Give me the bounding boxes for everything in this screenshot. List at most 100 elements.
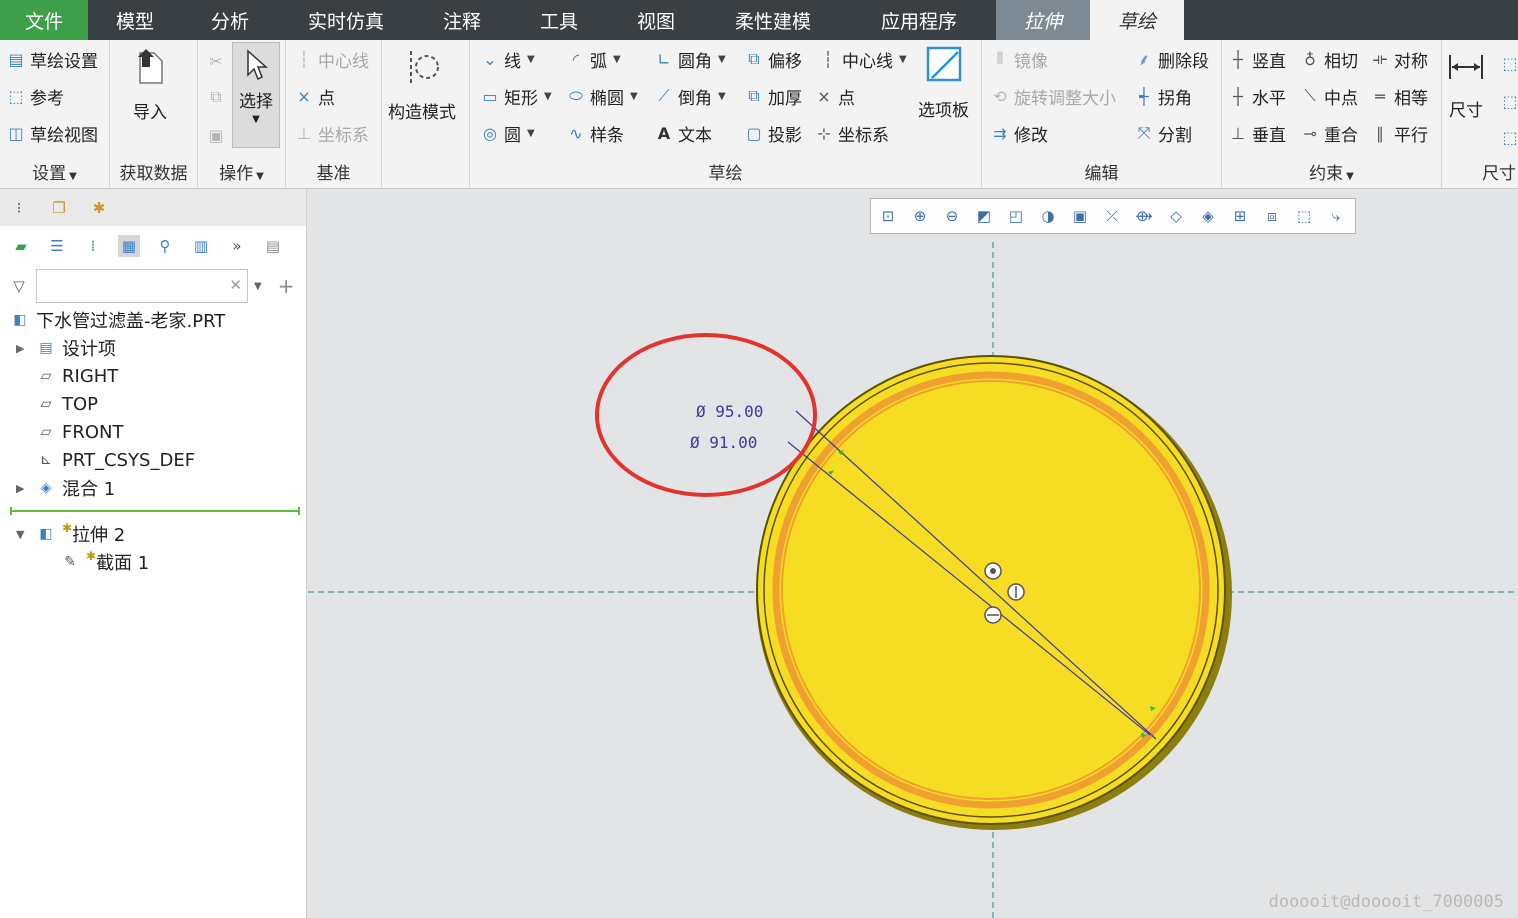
expand-icon[interactable]: ▶ xyxy=(16,342,30,355)
tab-view[interactable]: 视图 xyxy=(608,0,704,40)
dimension-95[interactable]: Ø 95.00 xyxy=(696,402,763,421)
sketch-csys-button[interactable]: ⊹ 坐标系 xyxy=(814,118,889,148)
divide-button[interactable]: ⤧ 分割 xyxy=(1134,118,1192,148)
tab-extrude[interactable]: 拉伸 xyxy=(996,0,1090,40)
coordinate-system-icon: ⊾ xyxy=(40,452,52,468)
dimension-extra-icon[interactable]: ⬚ xyxy=(1500,86,1518,116)
fillet-button[interactable]: ∟ 圆角 ▼ xyxy=(654,44,725,74)
favorites-tab-icon[interactable]: ✱ xyxy=(88,197,110,219)
add-icon[interactable]: + xyxy=(278,274,295,298)
datum-centerline-button[interactable]: ┆ 中心线 xyxy=(294,44,369,74)
mirror-icon: ⫴ xyxy=(996,49,1004,68)
rectangle-button[interactable]: ▭ 矩形 ▼ xyxy=(480,81,551,111)
group-title-operations[interactable]: 操作 ▼ xyxy=(198,159,285,184)
text-button[interactable]: A 文本 xyxy=(654,118,712,148)
offset-button[interactable]: ⧉ 偏移 xyxy=(744,44,802,74)
construction-mode-button[interactable]: 构造模式 xyxy=(388,46,456,123)
reference-dimension-icon[interactable]: ⬚ xyxy=(1500,122,1518,152)
insert-here-marker[interactable] xyxy=(10,507,300,515)
dimension-button[interactable]: 尺寸 xyxy=(1446,46,1486,121)
tab-applications[interactable]: 应用程序 xyxy=(842,0,996,40)
clear-icon[interactable]: ✕ xyxy=(229,276,242,294)
delete-segment-button[interactable]: ⸙ 删除段 xyxy=(1134,44,1209,74)
tab-tools[interactable]: 工具 xyxy=(510,0,608,40)
group-title-settings[interactable]: 设置 ▼ xyxy=(0,159,109,184)
chevron-down-icon: ▼ xyxy=(613,53,621,65)
ellipse-icon: ⬭ xyxy=(569,86,583,105)
tree-node-front[interactable]: ▱ FRONT xyxy=(36,418,124,446)
tree-options-icon[interactable]: ▤ xyxy=(262,235,284,257)
spline-button[interactable]: ∿ 样条 xyxy=(566,118,624,148)
folder-browser-tab-icon[interactable]: ❐ xyxy=(48,197,70,219)
parallel-constraint-button[interactable]: ∥ 平行 xyxy=(1370,118,1428,148)
import-icon xyxy=(130,46,170,88)
tab-analysis[interactable]: 分析 xyxy=(182,0,278,40)
tree-filter-icon[interactable]: ⚲ xyxy=(154,235,176,257)
circle-button[interactable]: ◎ 圆 ▼ xyxy=(480,118,535,148)
tab-annotate[interactable]: 注释 xyxy=(414,0,510,40)
sketch-view-button[interactable]: ◫ 草绘视图 xyxy=(6,118,98,148)
tree-node-csys[interactable]: ⊾ PRT_CSYS_DEF xyxy=(36,446,195,474)
datum-csys-button[interactable]: ⊥ 坐标系 xyxy=(294,118,369,148)
references-button[interactable]: ⬚ 参考 xyxy=(6,81,64,111)
expand-icon[interactable]: ▶ xyxy=(16,482,30,495)
cut-icon[interactable]: ✂ xyxy=(206,46,230,76)
sketch-point-button[interactable]: × 点 xyxy=(814,81,855,111)
tree-search-input[interactable]: ✕ xyxy=(36,269,248,303)
dimension-extra-icon[interactable]: ⬚ xyxy=(1500,48,1518,78)
fillet-icon: ∟ xyxy=(657,49,671,69)
coincident-constraint-button[interactable]: ⊸ 重合 xyxy=(1300,118,1358,148)
tab-flexible-modeling[interactable]: 柔性建模 xyxy=(704,0,842,40)
tree-node-extrude[interactable]: ▼ ◧ ✱ 拉伸 2 xyxy=(16,520,125,548)
tree-root[interactable]: ◧ 下水管过滤盖-老家.PRT xyxy=(10,306,225,334)
vertical-icon: ┼ xyxy=(1233,49,1243,69)
tree-node-right[interactable]: ▱ RIGHT xyxy=(36,362,119,390)
group-title-constraints[interactable]: 约束 ▼ xyxy=(1222,159,1441,184)
layer-icon[interactable]: ▰ xyxy=(10,235,32,257)
sketch-setup-button[interactable]: ▤ 草绘设置 xyxy=(6,44,98,74)
ellipse-button[interactable]: ⬭ 椭圆 ▼ xyxy=(566,81,638,111)
tree-settings-icon[interactable]: ▥ xyxy=(190,235,212,257)
dimension-91[interactable]: Ø 91.00 xyxy=(690,433,757,452)
corner-button[interactable]: ┽ 拐角 xyxy=(1134,81,1192,111)
rotate-resize-button[interactable]: ⟲ 旋转调整大小 xyxy=(990,81,1116,111)
palette-button[interactable]: 选项板 xyxy=(918,44,969,121)
tree-view-icon[interactable]: ☰ xyxy=(46,235,68,257)
horizontal-constraint-button[interactable]: ┼ 水平 xyxy=(1228,81,1286,111)
paste-icon[interactable]: ▣ xyxy=(206,120,230,150)
midpoint-constraint-button[interactable]: ⟍ 中点 xyxy=(1300,81,1358,111)
modify-button[interactable]: ⇉ 修改 xyxy=(990,118,1048,148)
line-button[interactable]: ⌄ 线 ▼ xyxy=(480,44,534,74)
sketch-centerline-button[interactable]: ┆ 中心线 ▼ xyxy=(818,44,907,74)
tab-sketch[interactable]: 草绘 xyxy=(1090,0,1184,40)
graphics-window[interactable]: ⊡ ⊕ ⊖ ◩ ◰ ◑ ▣ ⤫ ⟴ ◇ ◈ ⊞ ⧈ ⬚ ⤷ Ø 95.00 Ø … xyxy=(308,190,1518,918)
project-button[interactable]: ▢ 投影 xyxy=(744,118,802,148)
thicken-button[interactable]: ⧉ 加厚 xyxy=(744,81,802,111)
group-construction: 构造模式 xyxy=(382,40,470,189)
tab-file[interactable]: 文件 xyxy=(0,0,88,40)
tree-columns-icon[interactable]: ⁞ xyxy=(82,235,104,257)
perpendicular-constraint-button[interactable]: ⊥ 垂直 xyxy=(1228,118,1286,148)
tree-table-icon[interactable]: ▦ xyxy=(118,235,140,257)
symmetric-constraint-button[interactable]: ⟛ 对称 xyxy=(1370,44,1428,74)
select-button[interactable]: 选择 ▼ xyxy=(232,42,280,148)
tab-model[interactable]: 模型 xyxy=(88,0,182,40)
datum-point-button[interactable]: × 点 xyxy=(294,81,335,111)
chamfer-button[interactable]: ⟋ 倒角 ▼ xyxy=(654,81,725,111)
tree-node-section[interactable]: ✎ ✱ 截面 1 xyxy=(60,548,149,576)
model-tree-tab-icon[interactable]: ⁝ xyxy=(8,197,30,219)
tree-node-blend[interactable]: ▶ ◈ 混合 1 xyxy=(16,474,115,502)
import-button[interactable]: 导入 xyxy=(130,46,170,123)
collapse-icon[interactable]: ▼ xyxy=(16,528,30,541)
mirror-button[interactable]: ⫴ 镜像 xyxy=(990,44,1048,74)
arc-button[interactable]: ◜ 弧 ▼ xyxy=(566,44,621,74)
chevron-down-icon[interactable]: ▼ xyxy=(254,281,262,292)
tree-node-design-items[interactable]: ▶ ▤ 设计项 xyxy=(16,334,116,362)
tree-node-top[interactable]: ▱ TOP xyxy=(36,390,98,418)
tangent-constraint-button[interactable]: ♁ 相切 xyxy=(1300,44,1358,74)
more-icon[interactable]: » xyxy=(226,235,248,257)
copy-icon[interactable]: ⧉ xyxy=(206,82,230,112)
vertical-constraint-button[interactable]: ┼ 竖直 xyxy=(1228,44,1286,74)
tab-realtime-simulation[interactable]: 实时仿真 xyxy=(278,0,414,40)
equal-constraint-button[interactable]: ═ 相等 xyxy=(1370,81,1428,111)
